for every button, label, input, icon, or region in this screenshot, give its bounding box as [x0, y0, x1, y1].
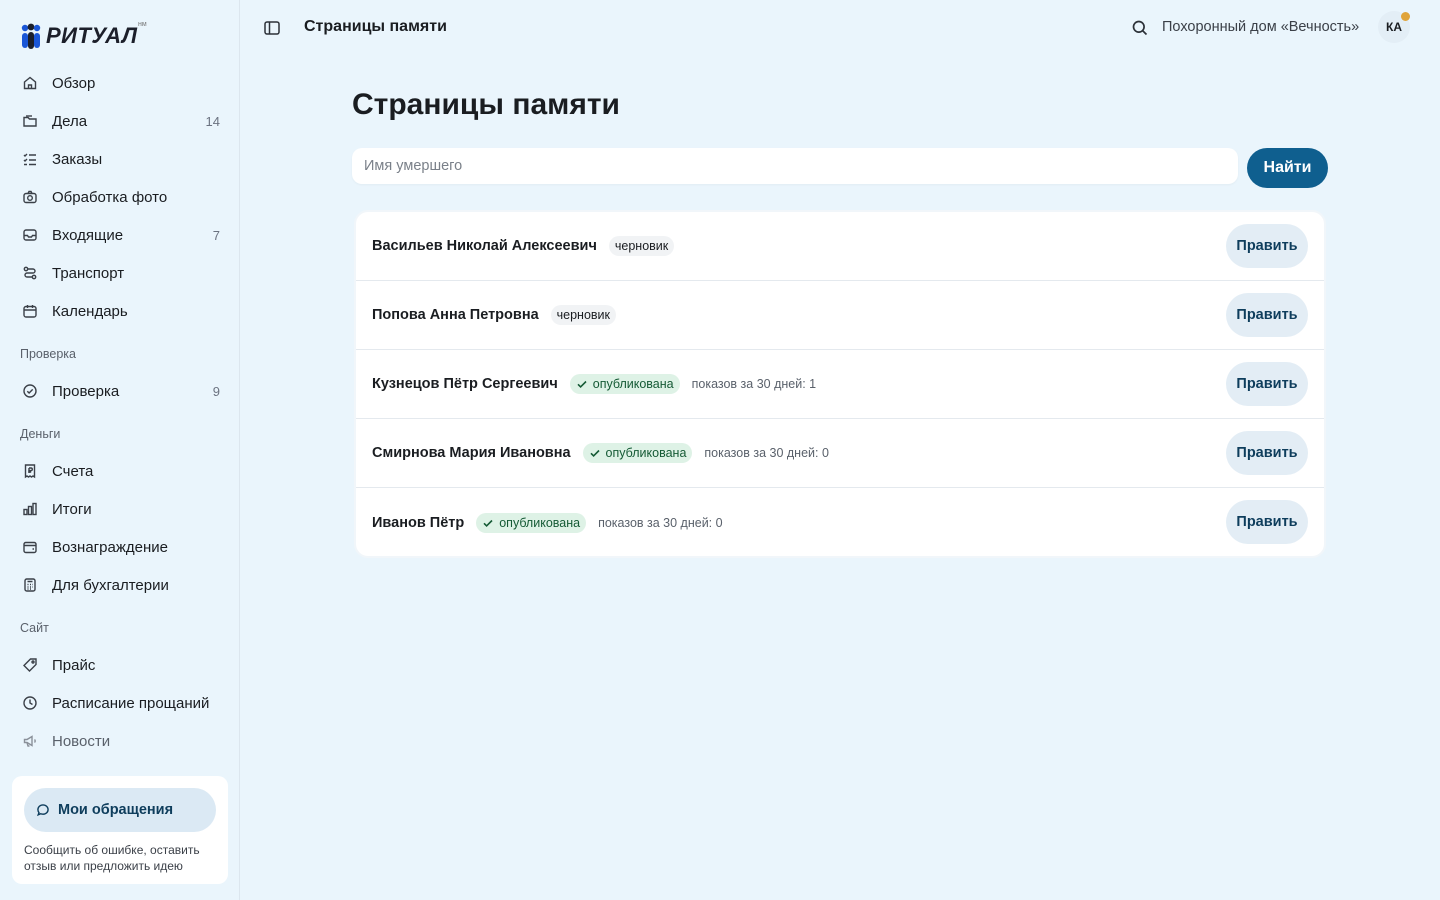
clock-icon [22, 695, 38, 711]
sidebar-item-review[interactable]: Проверка 9 [12, 374, 228, 408]
deceased-name[interactable]: Иванов Пётр [372, 515, 464, 531]
invoice-icon [22, 463, 38, 479]
status-badge: опубликована [476, 512, 587, 533]
check-circle-icon [22, 383, 38, 399]
deceased-name[interactable]: Васильев Николай Алексеевич [372, 238, 597, 254]
list-item: Смирнова Мария Ивановна опубликована пок… [356, 419, 1324, 488]
sidebar-item-schedule[interactable]: Расписание прощаний [12, 686, 228, 720]
edit-button[interactable]: Править [1226, 362, 1308, 406]
cases-count: 14 [205, 113, 220, 129]
bar-chart-icon [22, 501, 38, 517]
calculator-icon [22, 577, 38, 593]
sidebar-item-inbox[interactable]: Входящие 7 [12, 218, 228, 252]
list-item: Иванов Пётр опубликована показов за 30 д… [356, 488, 1324, 556]
status-badge: черновик [550, 305, 617, 325]
my-requests-button[interactable]: Мои обращения [24, 788, 216, 832]
check-icon [589, 449, 600, 458]
sidebar-item-news[interactable]: Новости [12, 724, 228, 758]
check-icon [483, 519, 493, 527]
section-title-site: Сайт [20, 621, 49, 635]
list-item: Попова Анна Петровна черновик Править [356, 281, 1324, 350]
folder-icon [22, 113, 38, 129]
route-icon [22, 265, 38, 281]
edit-button[interactable]: Править [1226, 500, 1308, 544]
topbar-title: Страницы памяти [304, 18, 447, 35]
memorial-pages-list: Васильев Николай Алексеевич черновик Пра… [354, 210, 1326, 558]
views-count: показов за 30 дней: 1 [691, 377, 817, 391]
home-icon [22, 75, 38, 91]
ritual-logo-icon [20, 23, 42, 49]
sidebar-item-reward[interactable]: Вознаграждение [12, 530, 228, 564]
sidebar-item-photo[interactable]: Обработка фото [12, 180, 228, 214]
status-badge: опубликована [582, 443, 693, 463]
list-check-icon [22, 151, 38, 167]
chat-bubble-icon [36, 803, 50, 817]
sidebar-item-invoices[interactable]: Счета [12, 454, 228, 488]
deceased-name[interactable]: Попова Анна Петровна [372, 307, 539, 323]
section-title-review: Проверка [20, 347, 76, 361]
notification-dot [1401, 12, 1410, 21]
camera-icon [22, 189, 38, 205]
calendar-icon [22, 303, 38, 319]
brand-name: РИТУАЛ [46, 23, 138, 48]
sidebar-item-calendar[interactable]: Календарь [12, 294, 228, 328]
organization-name[interactable]: Похоронный дом «Вечность» [1162, 19, 1359, 35]
inbox-icon [22, 227, 38, 243]
find-button[interactable]: Найти [1247, 148, 1328, 188]
check-icon [577, 380, 587, 389]
list-item: Кузнецов Пётр Сергеевич опубликована пок… [356, 350, 1324, 419]
sidebar-toggle-icon[interactable] [263, 20, 281, 36]
edit-button[interactable]: Править [1226, 431, 1308, 475]
status-badge: черновик [608, 236, 675, 256]
sidebar-item-orders[interactable]: Заказы [12, 142, 228, 176]
brand-tm: нм [138, 21, 147, 28]
tag-icon [22, 657, 38, 673]
wallet-icon [22, 539, 38, 555]
list-item: Васильев Николай Алексеевич черновик Пра… [356, 212, 1324, 281]
section-title-money: Деньги [20, 427, 61, 441]
inbox-count: 7 [212, 227, 220, 243]
edit-button[interactable]: Править [1226, 224, 1308, 268]
edit-button[interactable]: Править [1226, 293, 1308, 337]
deceased-name[interactable]: Кузнецов Пётр Сергеевич [372, 376, 558, 392]
views-count: показов за 30 дней: 0 [704, 446, 829, 460]
sidebar-item-transport[interactable]: Транспорт [12, 256, 228, 290]
sidebar-item-overview[interactable]: Обзор [12, 66, 228, 100]
deceased-name-search-input[interactable] [352, 148, 1238, 184]
sidebar-item-accounting[interactable]: Для бухгалтерии [12, 568, 228, 602]
views-count: показов за 30 дней: 0 [598, 515, 723, 530]
megaphone-icon [22, 733, 38, 749]
search-icon[interactable] [1131, 19, 1149, 37]
help-card: Мои обращения Сообщить об ошибке, остави… [12, 776, 228, 884]
sidebar-item-cases[interactable]: Дела 14 [12, 104, 228, 138]
help-text: Сообщить об ошибке, оставить отзыв или п… [24, 843, 200, 873]
page-title: Страницы памяти [352, 88, 620, 121]
deceased-name[interactable]: Смирнова Мария Ивановна [372, 445, 571, 461]
logo[interactable]: РИТУАЛ нм [20, 21, 147, 50]
review-count: 9 [212, 383, 220, 399]
sidebar-item-totals[interactable]: Итоги [12, 492, 228, 526]
sidebar: РИТУАЛ нм Обзор Дела 14 Заказы Обработка… [0, 0, 240, 900]
status-badge: опубликована [569, 374, 680, 394]
sidebar-item-price[interactable]: Прайс [12, 648, 228, 682]
